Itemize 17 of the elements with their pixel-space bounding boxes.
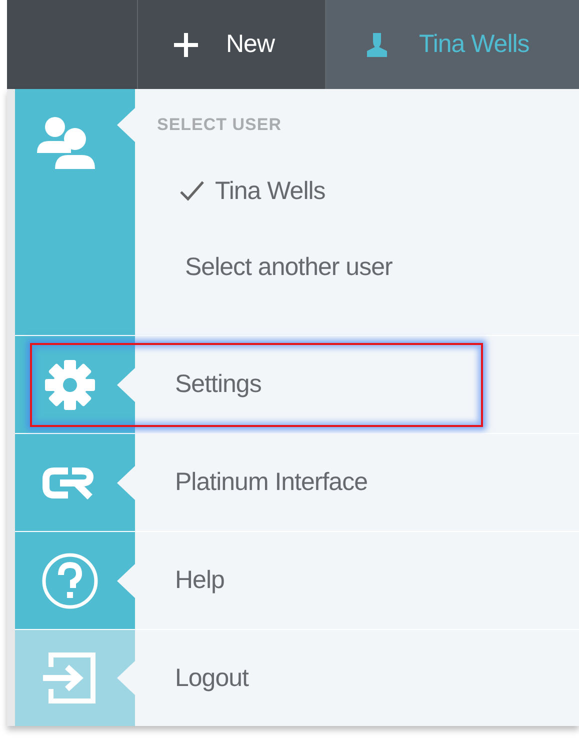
pointer-notch — [117, 466, 135, 500]
menu-item[interactable]: Logout — [175, 664, 248, 692]
help-icon — [41, 552, 99, 610]
gear-icon — [44, 358, 96, 410]
menu-item[interactable]: Help — [175, 566, 224, 595]
pointer-notch — [117, 108, 135, 142]
menu-item[interactable]: Tina Wells — [179, 153, 579, 229]
check-icon — [179, 180, 205, 202]
menu-item[interactable]: Platinum Interface — [175, 468, 368, 497]
user-button[interactable]: Tina Wells — [327, 0, 579, 89]
menu-item[interactable]: Settings — [175, 370, 262, 399]
menu-item[interactable]: Select another user — [175, 229, 579, 305]
pointer-notch — [117, 368, 135, 402]
section-header: SELECT USER — [157, 115, 283, 136]
pointer-notch — [117, 564, 135, 598]
pointer-notch — [117, 661, 135, 695]
plus-icon — [172, 30, 200, 58]
